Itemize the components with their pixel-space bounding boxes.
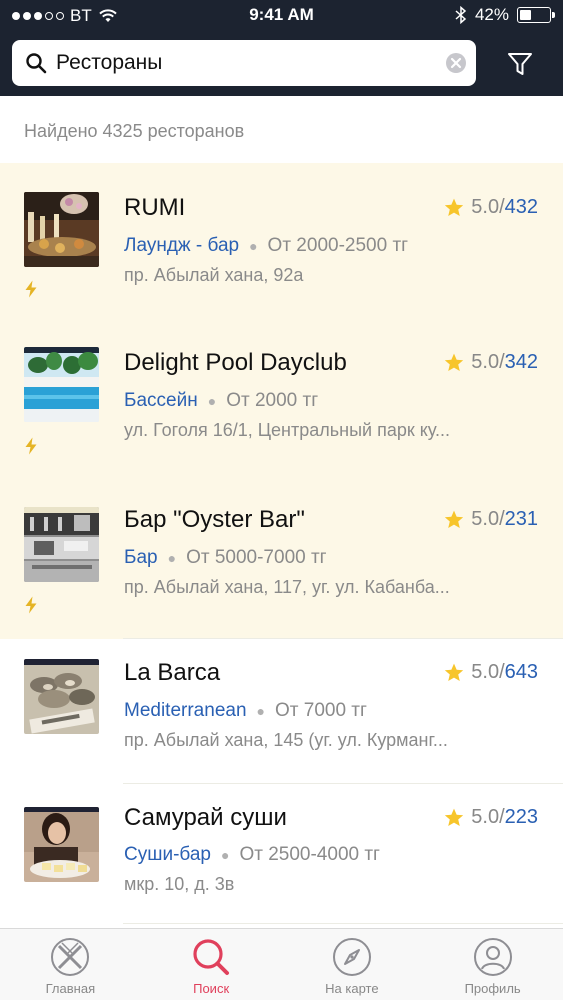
rating-score: 5.0/ [471,196,505,218]
tab-profile[interactable]: Профиль [422,929,563,1000]
bullet-separator: ● [249,238,258,254]
review-count: 643 [504,661,538,683]
tab-home[interactable]: Главная [0,929,141,1000]
review-count: 432 [504,196,538,218]
battery-icon [517,7,555,23]
restaurant-meta: Лаундж - бар ● От 2000-2500 тг [124,235,408,257]
restaurant-photo [24,192,99,267]
restaurant-meta: Mediterranean ● От 7000 тг [124,700,367,722]
header: BT 9:41 AM 42% Рестораны [0,0,563,96]
review-count: 223 [504,806,538,828]
star-icon [443,352,465,374]
restaurant-photo [24,807,99,882]
restaurant-price: От 5000-7000 тг [186,547,327,568]
rating: 5.0/231 [443,508,538,531]
search-icon [16,40,56,86]
search-query[interactable]: Рестораны [56,51,436,75]
restaurant-name: La Barca [124,659,221,686]
rating: 5.0/342 [443,351,538,374]
compass-icon [332,937,372,977]
restaurant-address: пр. Абылай хана, 117, уг. ул. Кабанба... [124,577,450,597]
row-divider [123,923,563,924]
home-plate-icon [50,937,90,977]
bullet-separator: ● [207,393,217,409]
restaurant-item[interactable]: Delight Pool Dayclub 5.0/342 Бассейн ● От 20… [0,318,563,484]
search-input[interactable]: Рестораны [12,40,476,86]
bullet-separator: ● [256,703,265,719]
status-right: 42% [455,5,555,25]
clear-icon[interactable] [436,40,476,86]
restaurant-item[interactable]: Самурай суши 5.0/223 Суши-бар ● От 2500-4000… [0,784,563,924]
restaurant-photo [24,659,99,734]
restaurant-meta: Бассейн ● От 2000 тг [124,390,318,412]
tab-label: Поиск [193,981,230,996]
restaurant-category[interactable]: Лаундж - бар [124,235,239,257]
tab-label: Главная [45,981,96,996]
tab-search[interactable]: Поиск [141,929,282,1000]
restaurant-name: Самурай суши [124,804,287,831]
lightning-icon [24,596,38,614]
restaurant-price: От 2500-4000 тг [239,844,380,865]
battery-percent: 42% [474,5,509,24]
restaurant-category[interactable]: Бассейн [124,390,198,412]
battery-level [520,10,531,20]
restaurant-address: пр. Абылай хана, 92а [124,265,304,285]
restaurant-list: RUMI 5.0/432 Лаундж - бар ● От 2000-2500 тг п… [0,163,563,924]
tab-label: Профиль [464,981,521,996]
restaurant-meta: Суши-бар ● От 2500-4000 тг [124,844,380,866]
restaurant-address: ул. Гоголя 16/1, Центральный парк ку... [124,420,451,440]
star-icon [443,197,465,219]
restaurant-category[interactable]: Бар [124,547,158,569]
restaurant-address: пр. Абылай хана, 145 (уг. ул. Курманг... [124,730,448,750]
rating-score: 5.0/ [471,661,505,683]
rating-score: 5.0/ [471,806,505,828]
restaurant-item[interactable]: RUMI 5.0/432 Лаундж - бар ● От 2000-2500 тг п… [0,163,563,318]
rating: 5.0/432 [443,196,538,219]
restaurant-meta: Бар ● От 5000-7000 тг [124,547,327,569]
rating-score: 5.0/ [471,351,505,373]
search-icon [191,937,231,977]
star-icon [443,807,465,829]
review-count: 231 [504,508,538,530]
restaurant-address: мкр. 10, д. 3в [124,874,235,894]
restaurant-price: От 2000-2500 тг [267,235,409,256]
tab-label: На карте [325,981,379,996]
restaurant-name: RUMI [124,194,186,221]
profile-icon [473,937,513,977]
review-count: 342 [504,351,538,373]
lightning-icon [24,280,38,298]
results-count: Найдено 4325 ресторанов [24,121,245,141]
restaurant-name: Delight Pool Dayclub [124,349,347,376]
restaurant-photo [24,347,99,422]
restaurant-name: Бар "Oyster Bar" [124,506,305,533]
rating-score: 5.0/ [471,508,505,530]
restaurant-photo [24,507,99,582]
status-bar: BT 9:41 AM 42% [0,0,563,32]
restaurant-category[interactable]: Mediterranean [124,700,247,722]
restaurant-price: От 2000 тг [226,390,319,411]
restaurant-price: От 7000 тг [275,700,367,721]
restaurant-item[interactable]: Бар "Oyster Bar" 5.0/231 Бар ● От 5000-7000 … [0,484,563,639]
star-icon [443,662,465,684]
bullet-separator: ● [220,847,230,863]
bluetooth-icon [455,6,467,24]
tab-bar: Главная Поиск На карте Профиль [0,928,563,1000]
lightning-icon [24,437,38,455]
star-icon [443,509,465,531]
rating: 5.0/643 [443,661,538,684]
restaurant-item[interactable]: La Barca 5.0/643 Mediterranean ● От 7000 тг п… [0,639,563,784]
bullet-separator: ● [167,550,177,566]
filter-icon[interactable] [500,44,540,84]
rating: 5.0/223 [443,806,538,829]
restaurant-category[interactable]: Суши-бар [124,844,211,866]
tab-map[interactable]: На карте [282,929,423,1000]
